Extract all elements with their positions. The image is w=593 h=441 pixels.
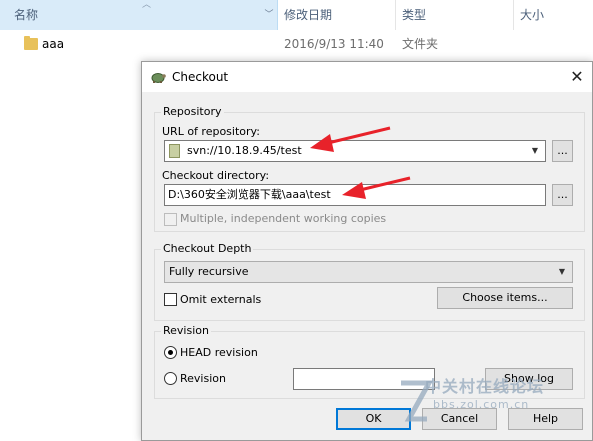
watermark-url: bbs.zol.com.cn (433, 398, 530, 411)
watermark: 中关村在线论坛 bbs.zol.com.cn (395, 365, 593, 441)
watermark-title: 中关村在线论坛 (425, 377, 545, 396)
annotation-arrow-url (310, 126, 391, 152)
annotation-arrow-directory (342, 176, 411, 199)
